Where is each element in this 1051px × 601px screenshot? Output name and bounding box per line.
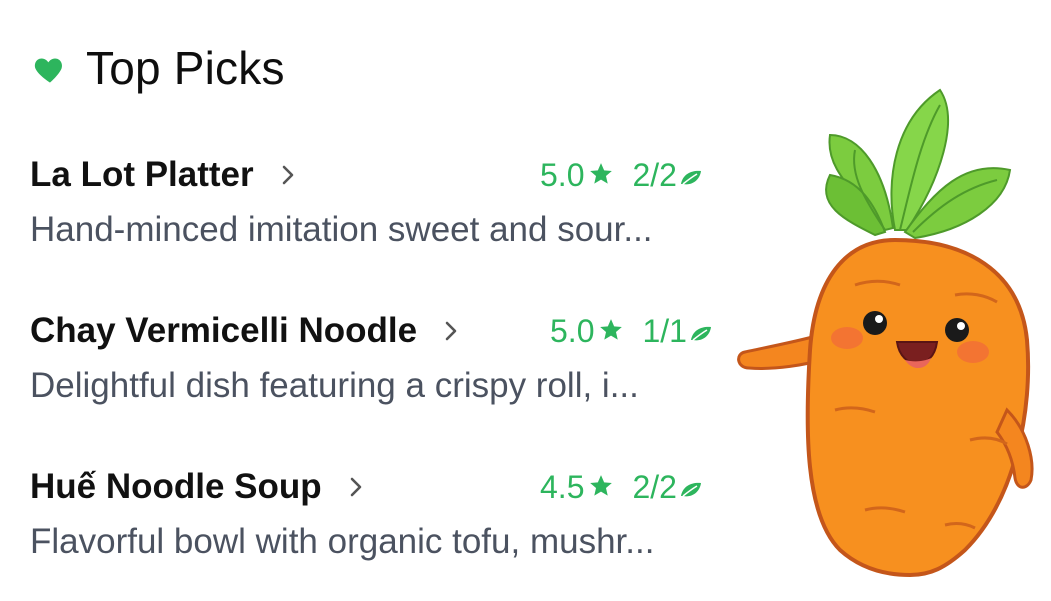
leaf-icon — [680, 482, 701, 497]
item-name[interactable]: Chay Vermicelli Noodle — [30, 311, 417, 351]
item-meta: 5.0 1/1 — [550, 306, 713, 356]
star-icon — [590, 163, 613, 184]
item-description: Hand-minced imitation sweet and sour... — [30, 210, 653, 249]
chevron-right-icon[interactable] — [348, 476, 364, 498]
carrot-leaves — [825, 88, 1012, 240]
list-item[interactable]: Chay Vermicelli Noodle 5.0 1/1 Delightfu… — [30, 306, 730, 406]
item-meta: 4.5 2/2 — [540, 462, 703, 512]
leaf-icon — [690, 326, 711, 341]
heart-icon — [34, 58, 62, 83]
item-count: 2/2 — [632, 468, 677, 505]
rating-value: 4.5 — [540, 468, 585, 505]
item-count: 2/2 — [632, 156, 677, 193]
leaf-icon — [680, 170, 701, 185]
rating-value: 5.0 — [550, 312, 595, 349]
section-title: Top Picks — [86, 42, 285, 94]
item-name[interactable]: Huế Noodle Soup — [30, 467, 322, 507]
section-header: Top Picks — [32, 38, 285, 98]
chevron-right-icon[interactable] — [443, 320, 459, 342]
item-name[interactable]: La Lot Platter — [30, 155, 254, 195]
rating-value: 5.0 — [540, 156, 585, 193]
list-item[interactable]: Huế Noodle Soup 4.5 2/2 Flavorful bowl w… — [30, 462, 730, 562]
item-meta: 5.0 2/2 — [540, 150, 703, 200]
item-description: Flavorful bowl with organic tofu, mushr.… — [30, 522, 655, 561]
carrot-mascot — [737, 88, 1034, 578]
item-description: Delightful dish featuring a crispy roll,… — [30, 366, 639, 405]
star-icon — [600, 319, 623, 340]
chevron-right-icon[interactable] — [280, 164, 296, 186]
star-icon — [590, 475, 613, 496]
list-item[interactable]: La Lot Platter 5.0 2/2 Hand-minced imita… — [30, 150, 730, 250]
item-count: 1/1 — [642, 312, 687, 349]
